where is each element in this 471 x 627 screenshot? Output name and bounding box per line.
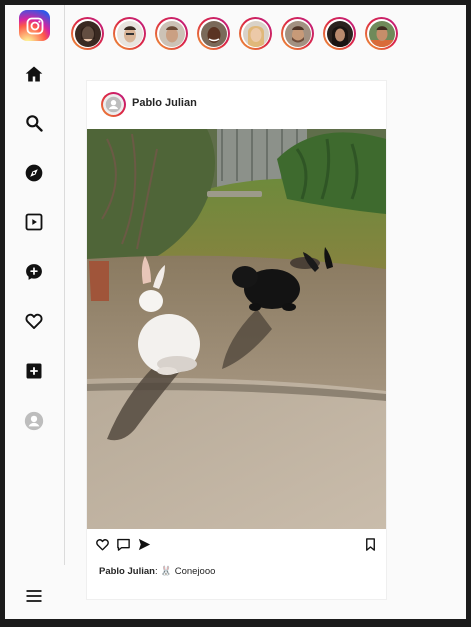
reels-icon[interactable] [21, 209, 47, 235]
post-caption: Pablo Julian: 🐰 Conejooo [99, 566, 215, 577]
hamburger-menu-icon[interactable] [21, 583, 47, 609]
share-send-icon[interactable] [135, 535, 153, 553]
caption-emoji: 🐰 [160, 566, 173, 577]
home-icon[interactable] [21, 61, 47, 87]
story-avatar[interactable] [113, 17, 146, 50]
post-header: Pablo Julian [87, 81, 386, 129]
heart-icon[interactable] [21, 308, 47, 334]
messenger-icon[interactable] [21, 259, 47, 285]
avatar-icon [105, 96, 122, 113]
story-avatar[interactable] [323, 17, 356, 50]
instagram-logo-icon[interactable] [19, 10, 50, 41]
compass-icon[interactable] [21, 160, 47, 186]
bookmark-icon[interactable] [361, 535, 379, 553]
comment-icon[interactable] [114, 535, 132, 553]
story-avatar[interactable] [365, 17, 398, 50]
story-avatar[interactable] [197, 17, 230, 50]
caption-username[interactable]: Pablo Julian [99, 566, 155, 577]
app-window: Pablo Julian Pablo Julian: 🐰 Conejooo [5, 5, 466, 619]
story-avatar[interactable] [155, 17, 188, 50]
post-image[interactable] [87, 129, 386, 529]
search-icon[interactable] [21, 110, 47, 136]
story-avatar[interactable] [239, 17, 272, 50]
plus-square-icon[interactable] [21, 358, 47, 384]
caption-separator: : [154, 566, 158, 577]
post-actions [87, 533, 386, 555]
story-avatar[interactable] [71, 17, 104, 50]
sidebar [5, 5, 65, 565]
like-heart-icon[interactable] [93, 535, 111, 553]
caption-text: Conejooo [174, 566, 216, 577]
post-card: Pablo Julian Pablo Julian: 🐰 Conejooo [86, 80, 387, 600]
story-avatar[interactable] [281, 17, 314, 50]
post-username[interactable]: Pablo Julian [132, 97, 197, 109]
post-avatar[interactable] [101, 92, 126, 117]
avatar-icon[interactable] [21, 408, 47, 434]
